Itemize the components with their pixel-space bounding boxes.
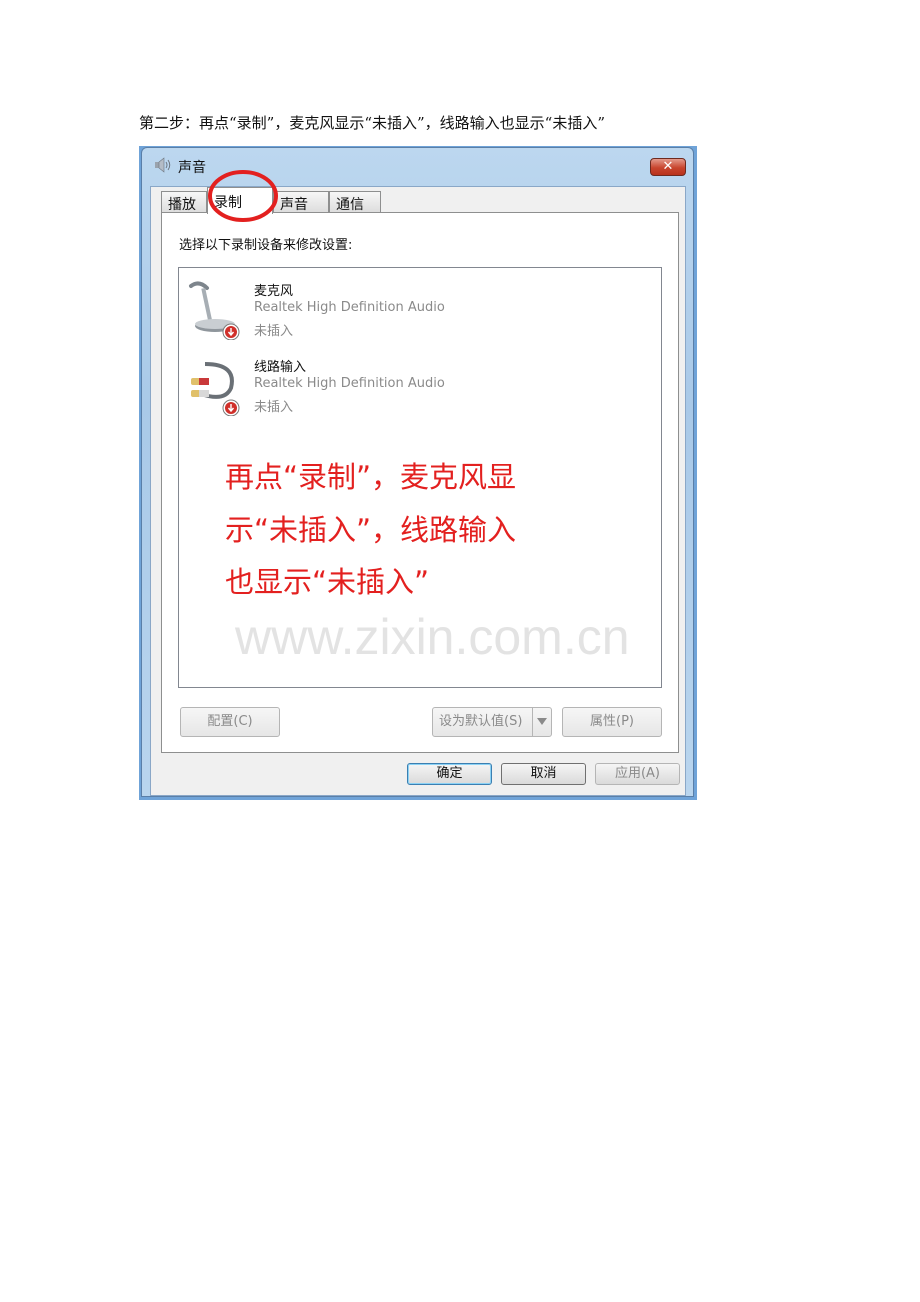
set-default-dropdown[interactable] bbox=[532, 708, 551, 736]
configure-button[interactable]: 配置(C) bbox=[180, 707, 280, 737]
device-driver: Realtek High Definition Audio bbox=[254, 300, 445, 315]
device-driver: Realtek High Definition Audio bbox=[254, 376, 445, 391]
tab-label: 声音 bbox=[280, 197, 308, 213]
set-default-label: 设为默认值(S) bbox=[439, 714, 523, 729]
highlight-circle-annotation bbox=[208, 170, 278, 222]
window-title: 声音 bbox=[178, 160, 206, 176]
watermark: www.zixin.com.cn bbox=[235, 609, 630, 665]
annotation-line-3: 也显示“未插入” bbox=[225, 565, 430, 599]
cancel-button[interactable]: 取消 bbox=[501, 763, 586, 785]
list-item-microphone[interactable]: 麦克风 Realtek High Definition Audio 未插入 bbox=[179, 272, 659, 344]
line-in-cable-icon bbox=[191, 362, 240, 416]
list-item-line-in[interactable]: 线路输入 Realtek High Definition Audio 未插入 bbox=[179, 348, 659, 420]
close-button[interactable]: ✕ bbox=[650, 158, 686, 176]
chevron-down-icon bbox=[537, 718, 547, 725]
device-status: 未插入 bbox=[254, 324, 294, 339]
sound-dialog-window: 声音 ✕ 播放 录制 声音 通信 选择以下录制设备来修改设置: 麦克风 Real… bbox=[141, 147, 694, 797]
apply-button[interactable]: 应用(A) bbox=[595, 763, 680, 785]
speaker-icon bbox=[155, 157, 171, 173]
tab-sounds[interactable]: 声音 bbox=[273, 191, 329, 213]
tab-label: 通信 bbox=[336, 197, 364, 213]
annotation-line-2: 示“未插入”，线路输入 bbox=[225, 513, 517, 547]
device-name: 线路输入 bbox=[254, 360, 307, 375]
set-default-split-button[interactable]: 设为默认值(S) bbox=[432, 707, 552, 737]
annotation-line-1: 再点“录制”，麦克风显 bbox=[225, 460, 517, 494]
sound-dialog-screenshot: 声音 ✕ 播放 录制 声音 通信 选择以下录制设备来修改设置: 麦克风 Real… bbox=[139, 146, 697, 800]
tab-playback[interactable]: 播放 bbox=[161, 191, 207, 213]
properties-button[interactable]: 属性(P) bbox=[562, 707, 662, 737]
panel-instruction-label: 选择以下录制设备来修改设置: bbox=[179, 238, 353, 253]
microphone-icon bbox=[189, 281, 240, 340]
ok-button[interactable]: 确定 bbox=[407, 763, 492, 785]
tab-label: 播放 bbox=[168, 197, 196, 213]
device-name: 麦克风 bbox=[254, 284, 294, 299]
recording-tab-panel: 选择以下录制设备来修改设置: 麦克风 Realtek High Definiti… bbox=[161, 212, 679, 753]
recording-device-list[interactable]: 麦克风 Realtek High Definition Audio 未插入 线路… bbox=[178, 267, 662, 688]
device-status: 未插入 bbox=[254, 400, 294, 415]
tab-communications[interactable]: 通信 bbox=[329, 191, 381, 213]
step-instruction-text: 第二步：再点“录制”，麦克风显示“未插入”，线路输入也显示“未插入” bbox=[139, 114, 606, 132]
close-icon: ✕ bbox=[662, 159, 674, 174]
